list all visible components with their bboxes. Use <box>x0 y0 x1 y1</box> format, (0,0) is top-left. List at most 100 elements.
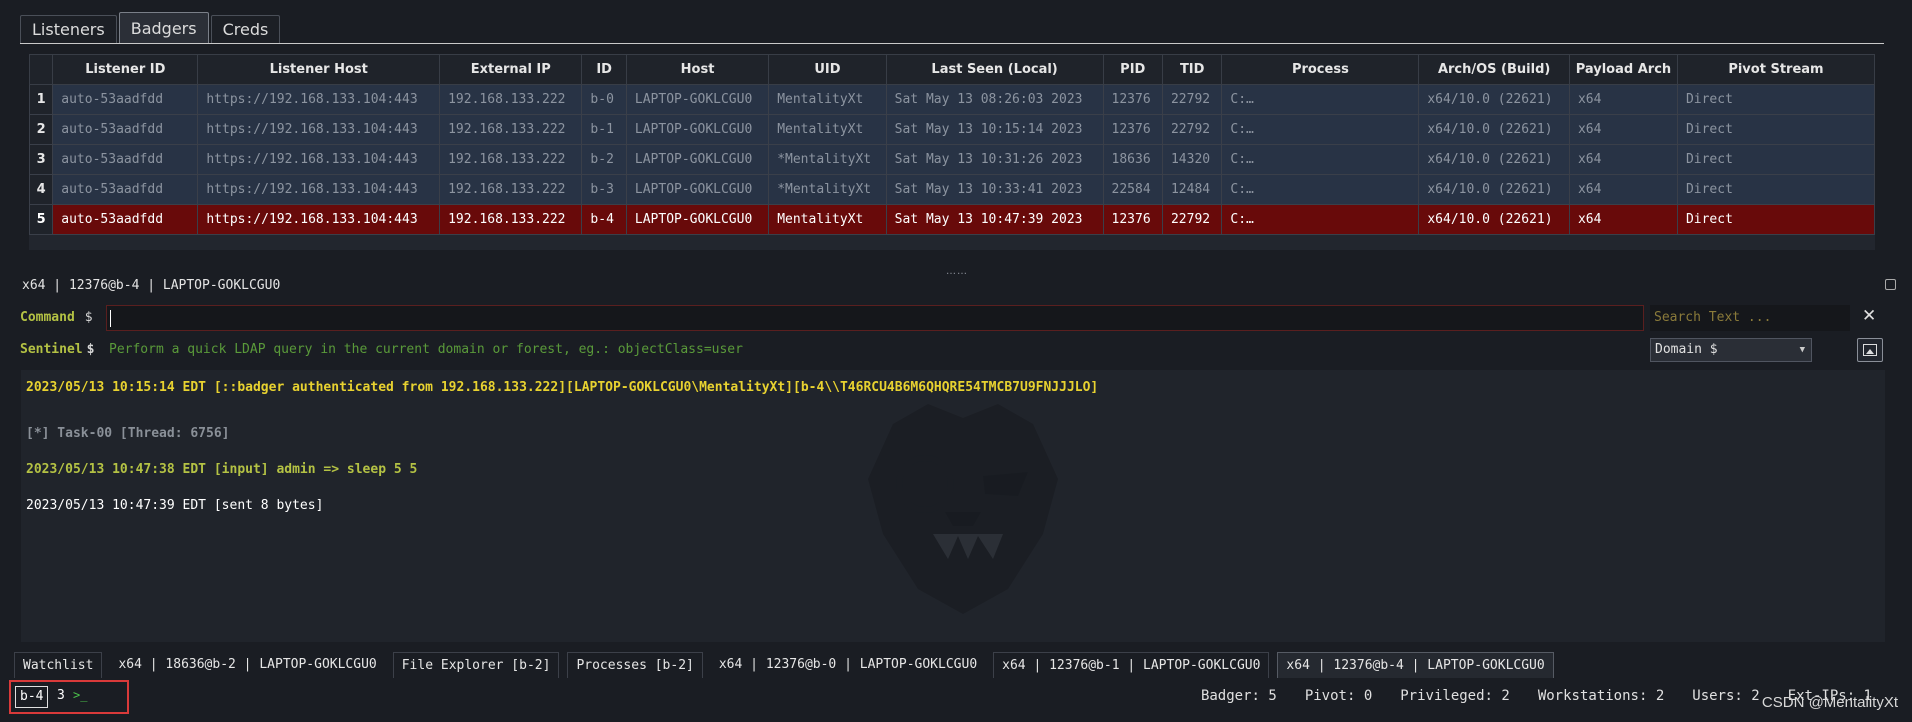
table-cell: Direct <box>1676 144 1876 175</box>
table-cell: x64 <box>1568 204 1678 235</box>
close-icon[interactable]: ✕ <box>1862 306 1876 326</box>
stat-users: Users: 2 <box>1692 688 1760 704</box>
table-cell: Direct <box>1676 84 1876 115</box>
column-header[interactable]: Payload Arch <box>1568 54 1678 85</box>
terminal-prompt-icon: >_ <box>73 688 88 702</box>
sentinel-query-input[interactable]: Perform a quick LDAP query in the curren… <box>106 337 1644 363</box>
active-badger-indicator: b-4 3 >_ <box>9 680 129 714</box>
table-row[interactable]: 5 auto-53aadfdd https://192.168.133.104:44… <box>28 204 1876 235</box>
tab-creds[interactable]: Creds <box>210 15 281 43</box>
table-cell: LAPTOP-GOKLCGU0 <box>625 144 770 175</box>
table-row[interactable]: 4 auto-53aadfdd https://192.168.133.104:44… <box>28 174 1876 205</box>
row-number: 2 <box>28 114 54 145</box>
table-cell: LAPTOP-GOKLCGU0 <box>625 174 770 205</box>
tab-session-b2[interactable]: x64 | 18636@b-2 | LAPTOP-GOKLCGU0 <box>110 652 385 678</box>
console-line: [*] Task-00 [Thread: 6756] <box>26 426 230 441</box>
stat-workstations: Workstations: 2 <box>1537 688 1665 704</box>
column-header[interactable]: TID <box>1161 54 1223 85</box>
table-cell: https://192.168.133.104:443 <box>197 114 441 145</box>
table-cell: 22792 <box>1161 114 1223 145</box>
table-cell: C:… <box>1221 144 1420 175</box>
table-cell: x64 <box>1568 174 1678 205</box>
row-number: 3 <box>28 144 54 175</box>
column-header[interactable]: PID <box>1102 54 1163 85</box>
badger-count: 3 <box>57 688 65 703</box>
row-number: 5 <box>28 204 54 235</box>
session-title: x64 | 12376@b-4 | LAPTOP-GOKLCGU0 <box>22 278 281 293</box>
table-cell: C:… <box>1221 84 1420 115</box>
table-cell: Sat May 13 10:47:39 2023 <box>885 204 1104 235</box>
table-row[interactable]: 3 auto-53aadfdd https://192.168.133.104:44… <box>28 144 1876 175</box>
badger-id-badge[interactable]: b-4 <box>15 686 49 708</box>
table-cell: 22792 <box>1161 204 1223 235</box>
table-cell: Direct <box>1676 204 1876 235</box>
column-header[interactable]: Last Seen (Local) <box>885 54 1104 85</box>
table-cell: 192.168.133.222 <box>439 204 583 235</box>
domain-select[interactable]: Domain $ ▼ <box>1650 338 1812 362</box>
column-header[interactable]: Arch/OS (Build) <box>1418 54 1570 85</box>
column-header[interactable]: Process <box>1221 54 1420 85</box>
search-text-input[interactable]: Search Text ... <box>1650 305 1850 331</box>
table-cell: https://192.168.133.104:443 <box>197 204 441 235</box>
table-row[interactable]: 1 auto-53aadfdd https://192.168.133.104:44… <box>28 84 1876 115</box>
table-row[interactable]: 2 auto-53aadfdd https://192.168.133.104:44… <box>28 114 1876 145</box>
table-cell: x64/10.0 (22621) <box>1418 84 1570 115</box>
tab-file-explorer[interactable]: File Explorer [b-2] <box>392 652 560 678</box>
table-cell: auto-53aadfdd <box>52 144 199 175</box>
table-cell: Sat May 13 08:26:03 2023 <box>885 84 1104 115</box>
main-tab-bar: Listeners Badgers Creds <box>20 12 1884 44</box>
table-cell: 22584 <box>1102 174 1163 205</box>
row-number: 4 <box>28 174 54 205</box>
command-label: Command $ <box>20 310 93 325</box>
table-cell: Direct <box>1676 174 1876 205</box>
table-cell: 12484 <box>1161 174 1223 205</box>
text-caret <box>110 310 111 327</box>
table-cell: x64 <box>1568 84 1678 115</box>
tab-processes[interactable]: Processes [b-2] <box>567 652 703 678</box>
tab-session-b4[interactable]: x64 | 12376@b-4 | LAPTOP-GOKLCGU0 <box>1277 652 1554 678</box>
column-header[interactable]: Host <box>625 54 770 85</box>
domain-select-value: Domain $ <box>1655 342 1718 357</box>
column-header[interactable] <box>28 54 54 85</box>
table-cell: Direct <box>1676 114 1876 145</box>
pane-splitter[interactable]: …… <box>946 266 968 277</box>
column-header[interactable]: UID <box>768 54 887 85</box>
column-header[interactable]: External IP <box>439 54 583 85</box>
screenshot-button[interactable] <box>1857 338 1883 362</box>
row-number: 1 <box>28 84 54 115</box>
console-output[interactable]: 2023/05/13 10:15:14 EDT [::badger authen… <box>21 370 1885 642</box>
table-cell: b-4 <box>581 204 627 235</box>
tab-badgers[interactable]: Badgers <box>118 12 209 43</box>
table-cell: x64/10.0 (22621) <box>1418 114 1570 145</box>
tab-listeners[interactable]: Listeners <box>20 15 117 43</box>
detach-icon[interactable] <box>1885 279 1896 290</box>
table-cell: LAPTOP-GOKLCGU0 <box>625 204 770 235</box>
column-header[interactable]: Pivot Stream <box>1676 54 1876 85</box>
table-cell: *MentalityXt <box>768 174 887 205</box>
column-header[interactable]: Listener ID <box>52 54 199 85</box>
watermark-credit: CSDN @MentalityXt <box>1761 694 1898 711</box>
table-cell: b-3 <box>581 174 627 205</box>
column-header[interactable]: Listener Host <box>197 54 441 85</box>
stat-pivot: Pivot: 0 <box>1304 688 1373 704</box>
table-cell: x64/10.0 (22621) <box>1418 204 1570 235</box>
session-tab-bar: Watchlist x64 | 18636@b-2 | LAPTOP-GOKLC… <box>14 652 1562 678</box>
tab-session-b0[interactable]: x64 | 12376@b-0 | LAPTOP-GOKLCGU0 <box>710 652 986 678</box>
table-cell: 192.168.133.222 <box>439 114 583 145</box>
tab-session-b1[interactable]: x64 | 12376@b-1 | LAPTOP-GOKLCGU0 <box>993 652 1270 678</box>
chevron-down-icon: ▼ <box>1799 345 1805 355</box>
table-cell: 22792 <box>1161 84 1223 115</box>
tab-watchlist[interactable]: Watchlist <box>14 652 103 678</box>
table-cell: 12376 <box>1102 84 1163 115</box>
command-input[interactable] <box>106 305 1644 331</box>
table-cell: Sat May 13 10:33:41 2023 <box>885 174 1104 205</box>
table-cell: 192.168.133.222 <box>439 174 583 205</box>
table-cell: https://192.168.133.104:443 <box>197 174 441 205</box>
table-cell: *MentalityXt <box>768 144 887 175</box>
command-prompt-symbol: $ <box>84 310 93 325</box>
table-cell: 18636 <box>1102 144 1163 175</box>
column-header[interactable]: ID <box>581 54 627 85</box>
table-cell: C:… <box>1221 174 1420 205</box>
badgers-table: Listener ID Listener Host External IP ID Hos… <box>28 54 1876 250</box>
table-cell: MentalityXt <box>768 84 887 115</box>
